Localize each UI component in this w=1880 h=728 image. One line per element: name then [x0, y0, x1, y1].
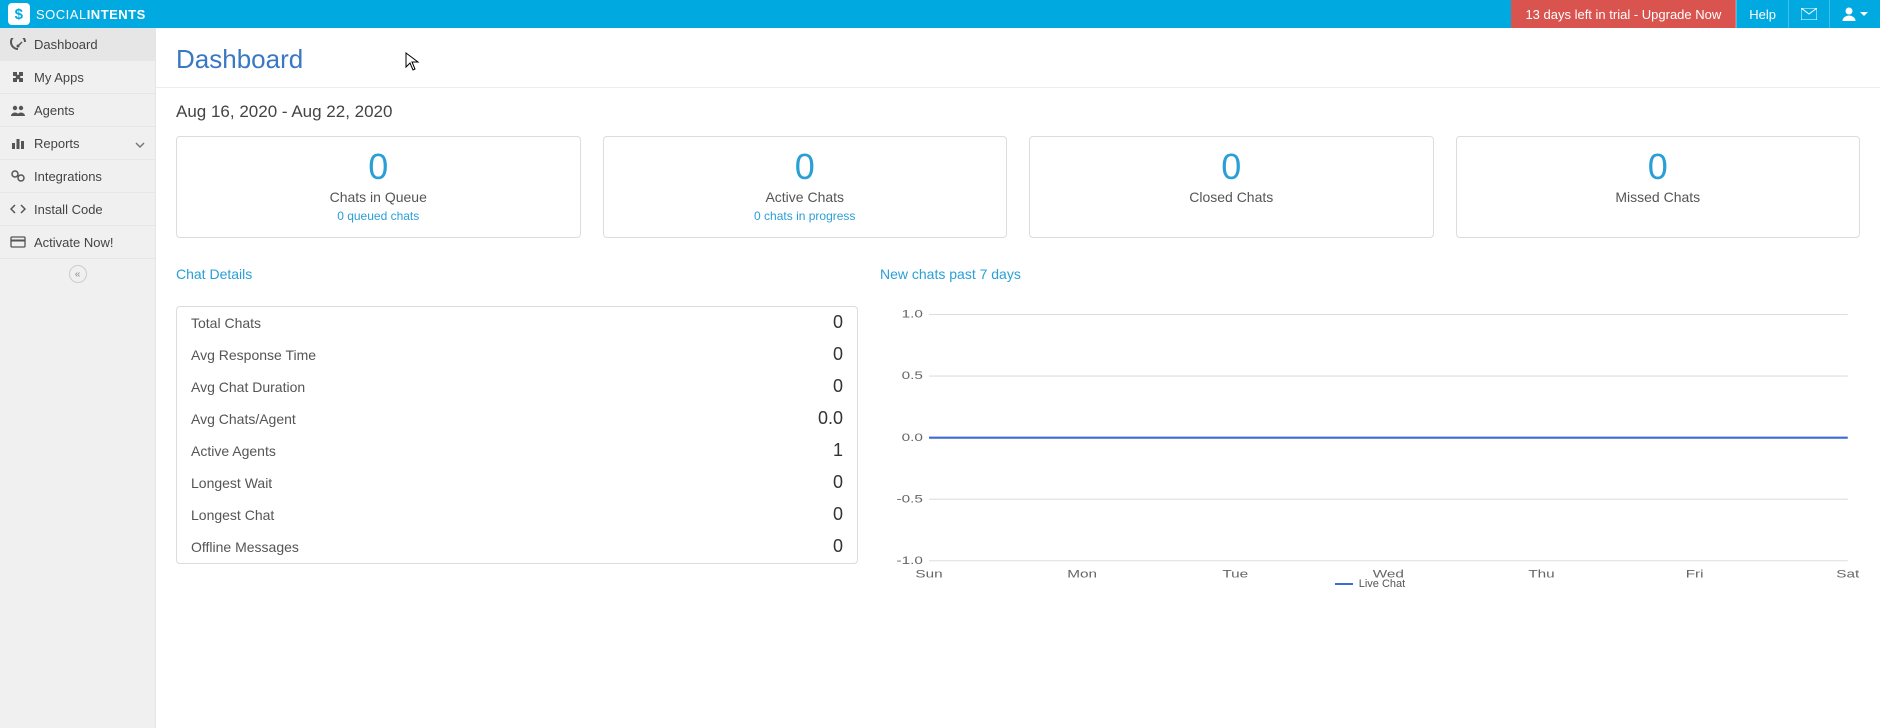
card-sub: 0 chats in progress [612, 209, 999, 223]
detail-label: Total Chats [191, 315, 261, 331]
card-chats-in-queue[interactable]: 0 Chats in Queue 0 queued chats [176, 136, 581, 238]
help-button[interactable]: Help [1736, 0, 1788, 28]
users-icon [10, 102, 26, 118]
svg-text:-0.5: -0.5 [897, 492, 923, 504]
svg-text:0.0: 0.0 [902, 431, 923, 443]
stat-cards: 0 Chats in Queue 0 queued chats 0 Active… [176, 136, 1860, 238]
detail-label: Avg Response Time [191, 347, 316, 363]
detail-row: Total Chats 0 [177, 307, 857, 339]
card-closed-chats[interactable]: 0 Closed Chats [1029, 136, 1434, 238]
card-sub: 0 queued chats [185, 209, 572, 223]
card-value: 0 [1038, 147, 1425, 187]
brand-text: SOCIALINTENTS [36, 7, 146, 22]
svg-text:Fri: Fri [1686, 568, 1704, 580]
divider [156, 87, 1880, 88]
detail-label: Longest Wait [191, 475, 272, 491]
card-value: 0 [185, 147, 572, 187]
svg-text:Sun: Sun [915, 568, 942, 580]
legend-swatch [1335, 583, 1353, 585]
detail-value: 0 [833, 536, 843, 557]
sidebar-item-agents[interactable]: Agents [0, 94, 155, 127]
trial-upgrade-banner[interactable]: 13 days left in trial - Upgrade Now [1511, 0, 1736, 28]
detail-row: Active Agents 1 [177, 435, 857, 467]
svg-text:-1.0: -1.0 [897, 554, 923, 566]
detail-row: Longest Chat 0 [177, 499, 857, 531]
detail-row: Avg Response Time 0 [177, 339, 857, 371]
detail-label: Longest Chat [191, 507, 274, 523]
detail-row: Avg Chat Duration 0 [177, 371, 857, 403]
sidebar-item-label: Reports [34, 136, 80, 151]
detail-row: Avg Chats/Agent 0.0 [177, 403, 857, 435]
detail-row: Offline Messages 0 [177, 531, 857, 563]
chat-details-panel: Total Chats0Avg Response Time0Avg Chat D… [176, 306, 858, 564]
card-label: Active Chats [612, 189, 999, 205]
brand[interactable]: $ SOCIALINTENTS [0, 0, 154, 28]
detail-value: 0 [833, 376, 843, 397]
section-title-chat-details: Chat Details [176, 266, 858, 282]
sidebar-collapse-button[interactable]: « [0, 259, 155, 289]
topbar: $ SOCIALINTENTS 13 days left in trial - … [0, 0, 1880, 28]
detail-label: Active Agents [191, 443, 276, 459]
detail-value: 0 [833, 472, 843, 493]
svg-text:0.5: 0.5 [902, 369, 923, 381]
sidebar-item-install[interactable]: Install Code [0, 193, 155, 226]
sidebar-item-myapps[interactable]: My Apps [0, 61, 155, 94]
sidebar-item-dashboard[interactable]: Dashboard [0, 28, 155, 61]
caret-down-icon [1860, 12, 1868, 16]
sidebar-item-label: Agents [34, 103, 74, 118]
sidebar-item-reports[interactable]: Reports [0, 127, 155, 160]
chevron-left-double-icon: « [69, 265, 87, 283]
sidebar-item-label: My Apps [34, 70, 84, 85]
card-value: 0 [1465, 147, 1852, 187]
main-content: Dashboard Aug 16, 2020 - Aug 22, 2020 0 … [156, 28, 1880, 610]
sidebar-item-label: Dashboard [34, 37, 98, 52]
detail-value: 0 [833, 344, 843, 365]
svg-text:Sat: Sat [1836, 568, 1859, 580]
svg-text:1.0: 1.0 [902, 308, 923, 320]
chevron-down-icon [135, 138, 145, 148]
svg-text:Mon: Mon [1067, 568, 1097, 580]
sidebar-item-integrations[interactable]: Integrations [0, 160, 155, 193]
detail-label: Avg Chat Duration [191, 379, 305, 395]
svg-text:Tue: Tue [1222, 568, 1248, 580]
puzzle-icon [10, 69, 26, 85]
card-active-chats[interactable]: 0 Active Chats 0 chats in progress [603, 136, 1008, 238]
sidebar-item-activate[interactable]: Activate Now! [0, 226, 155, 259]
card-label: Closed Chats [1038, 189, 1425, 205]
section-title-new-chats: New chats past 7 days [880, 266, 1860, 282]
card-icon [10, 234, 26, 250]
detail-value: 0 [833, 312, 843, 333]
envelope-icon [1801, 8, 1817, 20]
date-range[interactable]: Aug 16, 2020 - Aug 22, 2020 [176, 102, 1860, 122]
sidebar-item-label: Integrations [34, 169, 102, 184]
page-title: Dashboard [176, 44, 1860, 75]
new-chats-chart: -1.0 -0.5 0.0 0.5 1.0 Sun Mon Tue Wed Thu Fri Sat [880, 306, 1860, 582]
code-icon [10, 201, 26, 217]
sidebar-item-label: Install Code [34, 202, 103, 217]
card-label: Chats in Queue [185, 189, 572, 205]
dashboard-icon [10, 36, 26, 52]
detail-value: 1 [833, 440, 843, 461]
user-icon [1842, 7, 1856, 21]
detail-row: Longest Wait 0 [177, 467, 857, 499]
sidebar-item-label: Activate Now! [34, 235, 113, 250]
card-label: Missed Chats [1465, 189, 1852, 205]
messages-button[interactable] [1788, 0, 1829, 28]
brand-logo-icon: $ [8, 3, 30, 25]
detail-value: 0 [833, 504, 843, 525]
card-missed-chats[interactable]: 0 Missed Chats [1456, 136, 1861, 238]
detail-label: Offline Messages [191, 539, 299, 555]
sidebar: Dashboard My Apps Agents Reports Integra… [0, 28, 156, 728]
card-value: 0 [612, 147, 999, 187]
svg-text:Wed: Wed [1373, 568, 1404, 580]
detail-label: Avg Chats/Agent [191, 411, 296, 427]
gears-icon [10, 168, 26, 184]
svg-text:Thu: Thu [1528, 568, 1554, 580]
bar-chart-icon [10, 135, 26, 151]
user-menu[interactable] [1829, 0, 1880, 28]
detail-value: 0.0 [818, 408, 843, 429]
